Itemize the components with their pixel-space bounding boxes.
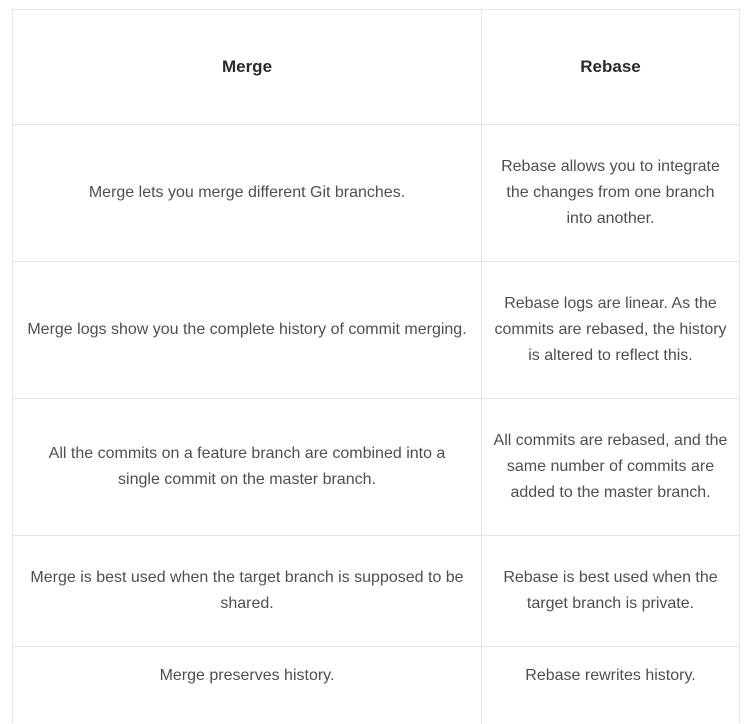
rebase-cell: Rebase logs are linear. As the commits a… [494, 295, 727, 364]
rebase-cell: All commits are rebased, and the same nu… [493, 432, 728, 501]
merge-cell: Merge logs show you the complete history… [13, 262, 482, 398]
merge-cell: All the commits on a feature branch are … [13, 399, 482, 535]
table-row: Merge logs show you the complete history… [13, 262, 739, 399]
table-row: Merge lets you merge different Git branc… [13, 125, 739, 262]
rebase-cell: Rebase allows you to integrate the chang… [501, 158, 720, 227]
rebase-cell: Rebase rewrites history. [525, 667, 696, 684]
header-rebase: Rebase [580, 57, 641, 76]
table-header-row: Merge Rebase [13, 10, 739, 125]
merge-cell: Merge preserves history. [13, 647, 482, 724]
table-row: Merge is best used when the target branc… [13, 536, 739, 647]
rebase-cell: Rebase is best used when the target bran… [503, 569, 718, 612]
table-row: All the commits on a feature branch are … [13, 399, 739, 536]
header-merge: Merge [13, 10, 482, 124]
merge-cell: Merge lets you merge different Git branc… [13, 125, 482, 261]
comparison-table: Merge Rebase Merge lets you merge differ… [12, 9, 740, 724]
merge-cell: Merge is best used when the target branc… [13, 536, 482, 646]
table-row: Merge preserves history. Rebase rewrites… [13, 647, 739, 724]
